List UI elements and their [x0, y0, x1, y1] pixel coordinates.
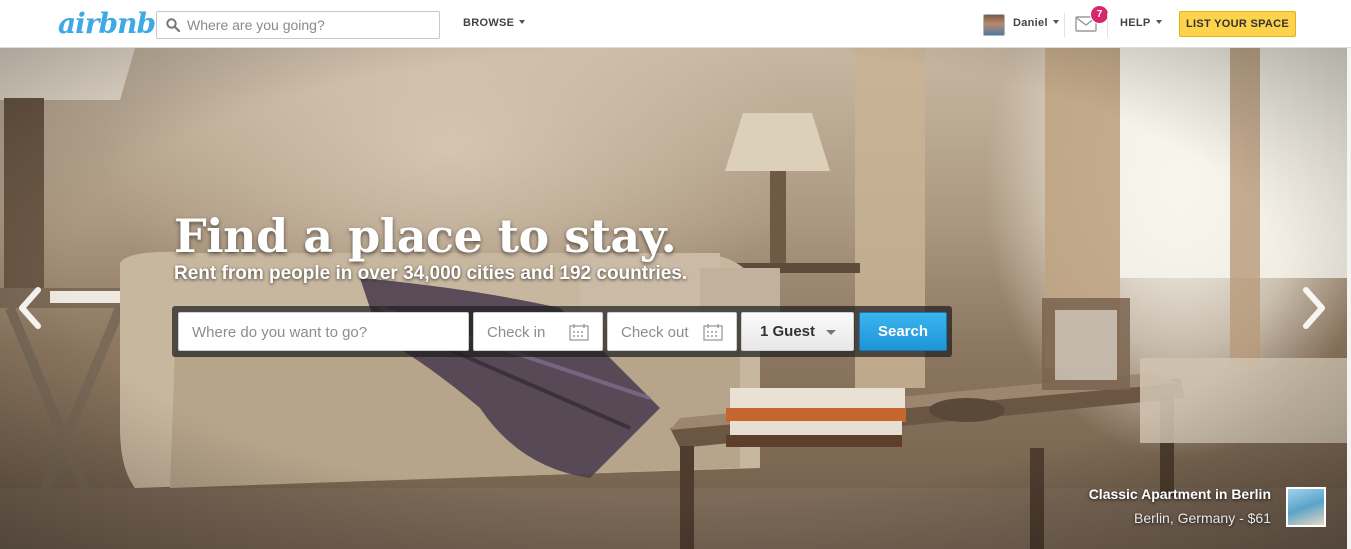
location-field[interactable]	[178, 312, 469, 351]
calendar-icon	[569, 324, 589, 341]
header-search-input[interactable]	[187, 15, 433, 35]
browse-menu[interactable]: BROWSE	[463, 17, 526, 29]
chevron-left-icon[interactable]	[14, 286, 44, 330]
browse-label: BROWSE	[463, 17, 515, 29]
caret-down-icon	[826, 330, 836, 335]
featured-listing-subtitle: Berlin, Germany - $61	[1134, 510, 1271, 526]
header-search[interactable]	[156, 11, 440, 39]
hero-subline: Rent from people in over 34,000 cities a…	[174, 263, 688, 284]
top-navigation: airbnb BROWSE Daniel 7 HELP LIST YOUR SP…	[0, 0, 1351, 48]
help-label: HELP	[1120, 17, 1151, 29]
checkin-input[interactable]	[487, 322, 567, 342]
list-your-space-button[interactable]: LIST YOUR SPACE	[1179, 11, 1296, 37]
airbnb-logo[interactable]: airbnb	[58, 8, 156, 40]
nav-divider	[1064, 13, 1065, 37]
caret-down-icon	[1052, 20, 1059, 24]
avatar[interactable]	[983, 14, 1005, 36]
caret-down-icon	[519, 20, 526, 24]
checkout-input[interactable]	[621, 322, 701, 342]
search-button[interactable]: Search	[859, 312, 947, 351]
chevron-right-icon[interactable]	[1300, 286, 1330, 330]
user-name: Daniel	[1013, 17, 1048, 29]
checkout-field[interactable]	[607, 312, 737, 351]
featured-listing-thumbnail[interactable]	[1286, 487, 1326, 527]
nav-divider	[1107, 13, 1108, 37]
hero-section: Find a place to stay. Rent from people i…	[0, 48, 1347, 549]
user-menu[interactable]: Daniel	[1013, 17, 1059, 29]
help-menu[interactable]: HELP	[1120, 17, 1162, 29]
guests-value: 1 Guest	[760, 323, 816, 340]
page-scrollbar[interactable]	[1347, 0, 1351, 549]
caret-down-icon	[1155, 20, 1162, 24]
living-room-photo	[0, 48, 1347, 549]
featured-listing-title[interactable]: Classic Apartment in Berlin	[1089, 486, 1271, 502]
hero-search-panel: 1 Guest Search	[172, 306, 952, 357]
checkin-field[interactable]	[473, 312, 603, 351]
calendar-icon	[703, 324, 723, 341]
search-icon	[166, 18, 180, 32]
hero-headline: Find a place to stay.	[174, 209, 677, 263]
location-input[interactable]	[192, 322, 457, 342]
guests-select[interactable]: 1 Guest	[741, 312, 854, 351]
